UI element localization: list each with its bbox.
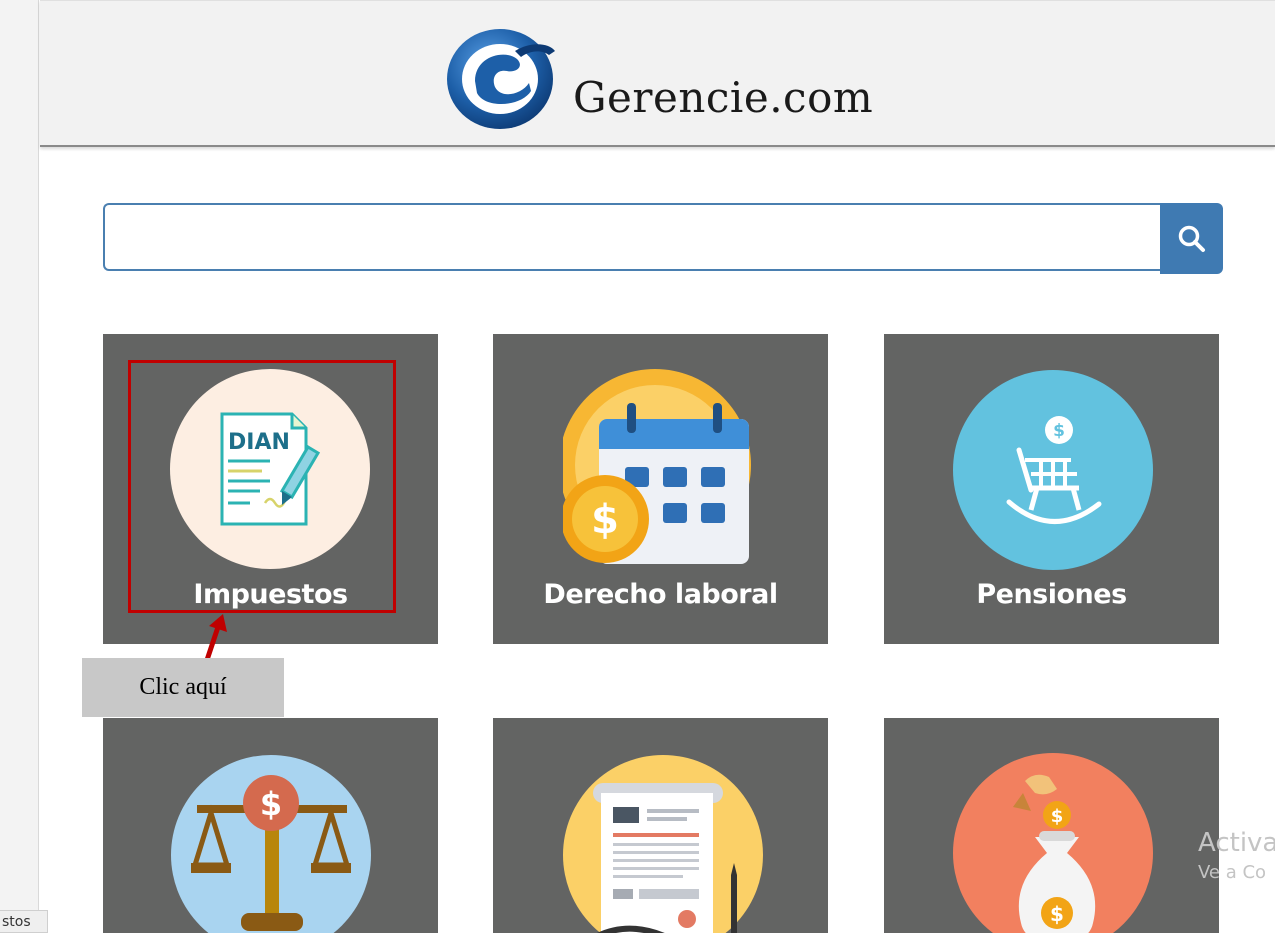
svg-text:$: $ <box>1051 806 1064 827</box>
search-button[interactable] <box>1160 203 1223 274</box>
tile-document[interactable] <box>493 718 828 933</box>
callout-label: Clic aquí <box>82 658 284 717</box>
tile-derecho-laboral[interactable]: $ Derecho laboral <box>493 334 828 644</box>
arrow-icon <box>204 614 227 662</box>
gerencie-logo-icon[interactable] <box>445 21 560 133</box>
left-gutter <box>0 0 39 933</box>
status-tab: stos <box>0 910 48 933</box>
search-icon <box>1178 225 1205 252</box>
watermark-line1: Activa <box>1198 828 1275 858</box>
site-header: Gerencie.com <box>40 0 1275 147</box>
search-input[interactable] <box>103 203 1160 271</box>
svg-text:$: $ <box>591 497 619 543</box>
tile-label: Derecho laboral <box>543 579 778 610</box>
site-name[interactable]: Gerencie.com <box>573 73 873 122</box>
contract-document-icon <box>563 755 763 933</box>
highlight-box <box>128 360 396 613</box>
calendar-coin-icon: $ <box>563 369 751 564</box>
money-bag-icon: $ $ <box>953 753 1153 933</box>
svg-text:$: $ <box>1053 421 1065 441</box>
tile-label: Pensiones <box>976 579 1127 610</box>
windows-activation-watermark: Activa Ve a Co <box>1198 828 1275 883</box>
rocking-chair-icon: $ <box>953 370 1153 570</box>
scale-dollar-icon: $ <box>171 755 371 933</box>
svg-text:$: $ <box>260 785 282 823</box>
tile-pensiones[interactable]: $ Pensiones <box>884 334 1219 644</box>
tile-scale[interactable]: $ <box>103 718 438 933</box>
tile-money-bag[interactable]: $ $ <box>884 718 1219 933</box>
watermark-line2: Ve a Co <box>1198 862 1267 883</box>
svg-text:$: $ <box>1050 902 1064 926</box>
